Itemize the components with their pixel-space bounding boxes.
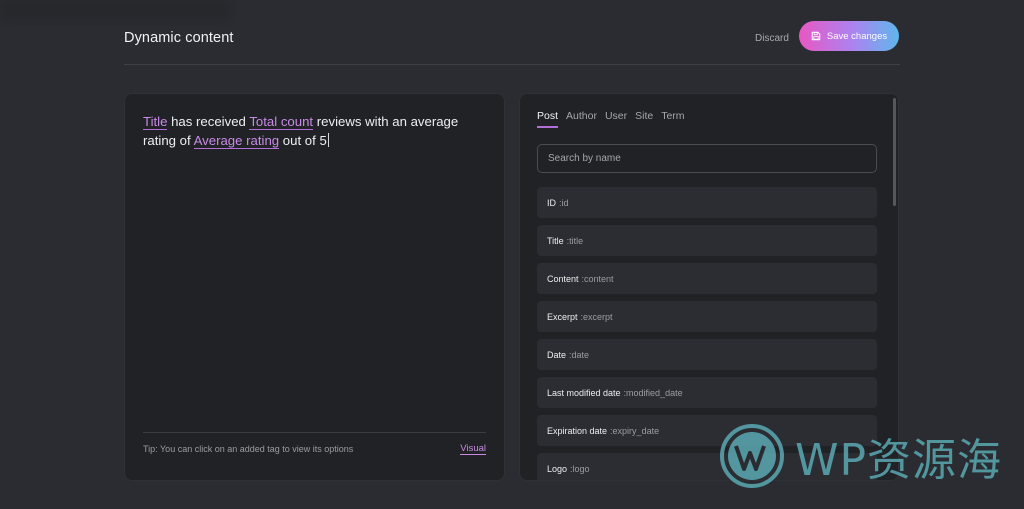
discard-button[interactable]: Discard — [755, 33, 789, 44]
watermark-text: WP资源海 — [795, 435, 1003, 486]
field-name: Last modified date — [547, 387, 621, 398]
save-icon — [811, 31, 821, 41]
field-item[interactable]: Title:title — [537, 225, 877, 256]
field-name: Logo — [547, 463, 568, 474]
field-key: :id — [559, 197, 569, 208]
editor-panel: Title has received Total count reviews w… — [124, 93, 505, 481]
field-key: :excerpt — [580, 311, 613, 322]
field-item[interactable]: Excerpt:excerpt — [537, 301, 877, 332]
source-tabs: Post Author User Site Term — [537, 110, 685, 128]
field-key: :date — [569, 349, 590, 360]
page-title: Dynamic content — [124, 30, 234, 46]
tab-term[interactable]: Term — [661, 110, 684, 128]
dynamic-tag[interactable]: Total count — [249, 114, 314, 130]
save-button[interactable]: Save changes — [799, 21, 899, 51]
tab-user[interactable]: User — [605, 110, 627, 128]
watermark: WP资源海 — [719, 420, 1009, 492]
field-key: :modified_date — [623, 387, 683, 398]
tab-site[interactable]: Site — [635, 110, 653, 128]
field-name: ID — [547, 197, 556, 208]
background-blur — [0, 0, 230, 20]
dynamic-tag[interactable]: Title — [143, 114, 168, 130]
field-item[interactable]: Last modified date:modified_date — [537, 377, 877, 408]
field-name: Content — [547, 273, 579, 284]
field-name: Expiration date — [547, 425, 608, 436]
field-name: Date — [547, 349, 567, 360]
field-key: :logo — [570, 463, 590, 474]
visual-mode-link[interactable]: Visual — [460, 443, 486, 455]
field-item[interactable]: ID:id — [537, 187, 877, 218]
dynamic-tag[interactable]: Average rating — [193, 132, 280, 149]
field-key: :content — [581, 273, 614, 284]
modal-header: Dynamic content Discard Save changes — [124, 20, 900, 65]
wordpress-logo-icon — [720, 424, 784, 488]
field-name: Title — [547, 235, 564, 246]
search-input[interactable] — [537, 144, 877, 173]
field-item[interactable]: Date:date — [537, 339, 877, 370]
scrollbar[interactable] — [893, 98, 896, 206]
editor-text-segment: has received — [167, 114, 250, 129]
field-key: :title — [566, 235, 584, 246]
tab-author[interactable]: Author — [566, 110, 597, 128]
editor-text-segment: out of 5 — [279, 132, 327, 148]
save-button-label: Save changes — [826, 30, 888, 42]
dynamic-content-editor[interactable]: Title has received Total count reviews w… — [143, 113, 488, 150]
tip-text: Tip: You can click on an added tag to vi… — [143, 444, 354, 454]
field-key: :expiry_date — [610, 425, 660, 436]
tab-post[interactable]: Post — [537, 110, 559, 128]
text-caret — [327, 132, 329, 147]
field-name: Excerpt — [547, 311, 578, 322]
field-item[interactable]: Content:content — [537, 263, 877, 294]
editor-footer: Tip: You can click on an added tag to vi… — [143, 432, 486, 462]
